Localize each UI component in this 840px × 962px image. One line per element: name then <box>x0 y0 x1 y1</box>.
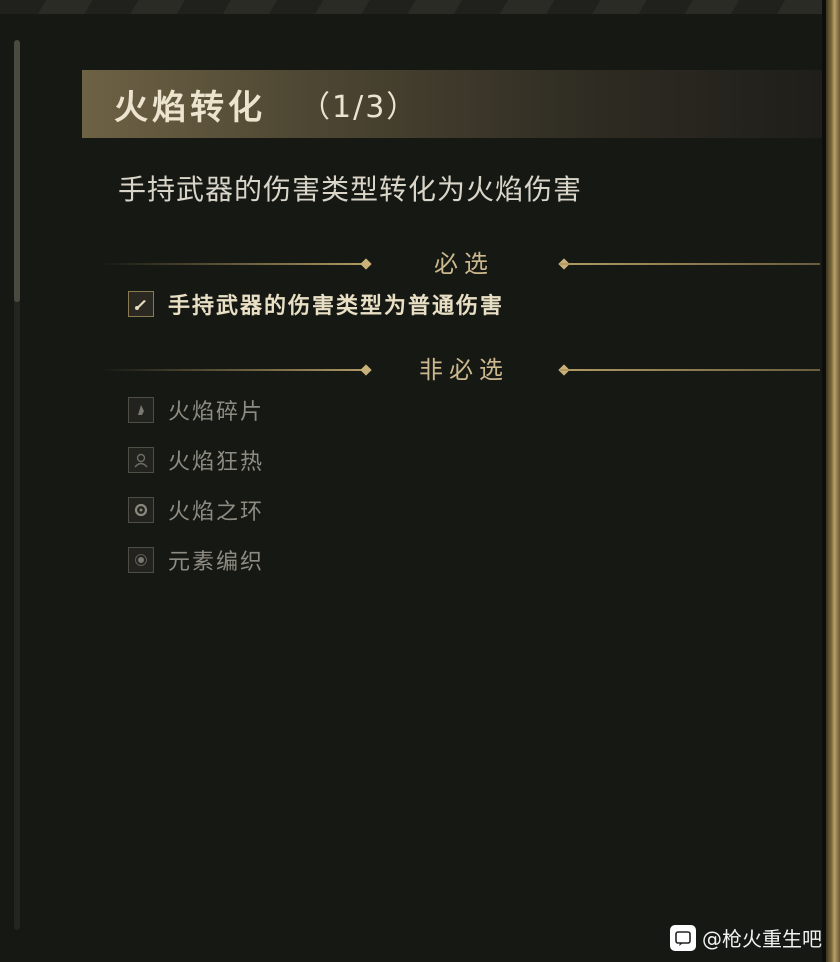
fire-shard-icon <box>128 397 154 423</box>
tieba-logo-icon <box>670 924 696 951</box>
right-gold-border <box>826 0 840 962</box>
requirement-label: 手持武器的伤害类型为普通伤害 <box>168 294 505 319</box>
source-watermark: @枪火重生吧 <box>670 923 822 952</box>
section-label-optional: 非必选 <box>419 356 509 384</box>
optional-item[interactable]: 火焰之环 <box>128 494 264 526</box>
optional-item[interactable]: 火焰狂热 <box>128 444 264 476</box>
optional-item[interactable]: 火焰碎片 <box>128 394 264 426</box>
optional-item[interactable]: 元素编织 <box>128 544 264 576</box>
requirement-item[interactable]: 手持武器的伤害类型为普通伤害 <box>128 288 504 320</box>
optional-item-label: 火焰狂热 <box>168 450 265 475</box>
optional-item-label: 火焰碎片 <box>168 400 265 425</box>
fire-frenzy-icon <box>128 447 154 473</box>
top-decor-band <box>0 0 840 14</box>
scrollbar-thumb[interactable] <box>14 40 20 302</box>
watermark-text: @枪火重生吧 <box>702 927 822 951</box>
section-label-required: 必选 <box>434 250 494 278</box>
talent-description: 手持武器的伤害类型转化为火焰伤害 <box>118 173 583 206</box>
divider-line-left <box>100 263 368 265</box>
optional-item-label: 元素编织 <box>168 550 265 575</box>
section-divider-required: 必选 <box>100 244 820 284</box>
talent-progress: （1/3） <box>300 90 419 125</box>
fire-ring-icon <box>128 497 154 523</box>
section-divider-optional: 非必选 <box>100 350 820 390</box>
optional-item-label: 火焰之环 <box>168 500 265 525</box>
divider-line-right <box>560 263 820 265</box>
title-banner: 火焰转化 （1/3） <box>82 70 822 138</box>
talent-detail-panel: 火焰转化 （1/3） 手持武器的伤害类型转化为火焰伤害 必选 手持武器的伤害类型… <box>0 0 840 962</box>
weapon-icon <box>128 291 154 317</box>
talent-title: 火焰转化 <box>114 87 266 128</box>
element-weave-icon <box>128 547 154 573</box>
divider-line-right <box>560 369 820 371</box>
divider-line-left <box>100 369 368 371</box>
